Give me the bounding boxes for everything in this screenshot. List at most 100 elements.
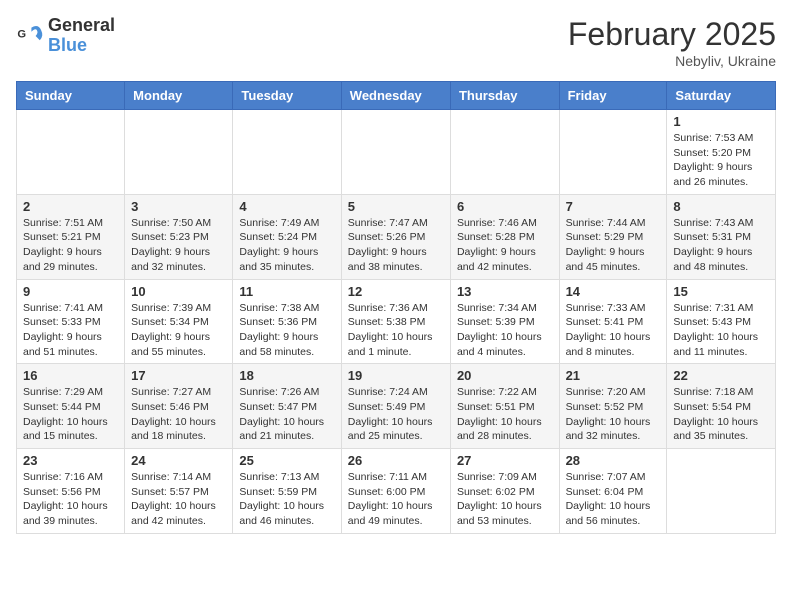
day-cell: 5 Sunrise: 7:47 AM Sunset: 5:26 PM Daylig… <box>341 194 450 279</box>
day-cell <box>233 110 341 195</box>
day-cell: 3 Sunrise: 7:50 AM Sunset: 5:23 PM Daylig… <box>125 194 233 279</box>
day-number: 23 <box>23 453 118 468</box>
day-cell <box>341 110 450 195</box>
calendar-table: SundayMondayTuesdayWednesdayThursdayFrid… <box>16 81 776 534</box>
day-number: 11 <box>239 284 334 299</box>
day-number: 20 <box>457 368 553 383</box>
day-number: 19 <box>348 368 444 383</box>
day-info: Sunrise: 7:43 AM Sunset: 5:31 PM Dayligh… <box>673 216 769 275</box>
day-number: 3 <box>131 199 226 214</box>
day-cell: 28 Sunrise: 7:07 AM Sunset: 6:04 PM Dayli… <box>559 449 667 534</box>
day-number: 15 <box>673 284 769 299</box>
day-cell: 20 Sunrise: 7:22 AM Sunset: 5:51 PM Dayli… <box>450 364 559 449</box>
day-cell: 16 Sunrise: 7:29 AM Sunset: 5:44 PM Dayli… <box>17 364 125 449</box>
week-row-1: 1 Sunrise: 7:53 AM Sunset: 5:20 PM Daylig… <box>17 110 776 195</box>
day-cell: 13 Sunrise: 7:34 AM Sunset: 5:39 PM Dayli… <box>450 279 559 364</box>
day-info: Sunrise: 7:13 AM Sunset: 5:59 PM Dayligh… <box>239 470 334 529</box>
day-number: 7 <box>566 199 661 214</box>
day-info: Sunrise: 7:14 AM Sunset: 5:57 PM Dayligh… <box>131 470 226 529</box>
day-cell <box>125 110 233 195</box>
day-cell <box>450 110 559 195</box>
day-number: 10 <box>131 284 226 299</box>
day-info: Sunrise: 7:50 AM Sunset: 5:23 PM Dayligh… <box>131 216 226 275</box>
day-info: Sunrise: 7:27 AM Sunset: 5:46 PM Dayligh… <box>131 385 226 444</box>
day-number: 24 <box>131 453 226 468</box>
day-cell: 19Sunrise: 7:24 AM Sunset: 5:49 PM Dayli… <box>341 364 450 449</box>
logo-text-general: General <box>48 15 115 35</box>
weekday-header-wednesday: Wednesday <box>341 82 450 110</box>
day-number: 22 <box>673 368 769 383</box>
day-cell: 27 Sunrise: 7:09 AM Sunset: 6:02 PM Dayli… <box>450 449 559 534</box>
day-info: Sunrise: 7:20 AM Sunset: 5:52 PM Dayligh… <box>566 385 661 444</box>
day-number: 8 <box>673 199 769 214</box>
day-number: 9 <box>23 284 118 299</box>
day-cell: 25Sunrise: 7:13 AM Sunset: 5:59 PM Dayli… <box>233 449 341 534</box>
day-number: 28 <box>566 453 661 468</box>
day-cell <box>559 110 667 195</box>
day-cell: 22Sunrise: 7:18 AM Sunset: 5:54 PM Dayli… <box>667 364 776 449</box>
weekday-header-friday: Friday <box>559 82 667 110</box>
day-info: Sunrise: 7:49 AM Sunset: 5:24 PM Dayligh… <box>239 216 334 275</box>
week-row-5: 23 Sunrise: 7:16 AM Sunset: 5:56 PM Dayli… <box>17 449 776 534</box>
day-cell: 4Sunrise: 7:49 AM Sunset: 5:24 PM Daylig… <box>233 194 341 279</box>
weekday-header-thursday: Thursday <box>450 82 559 110</box>
day-cell: 8 Sunrise: 7:43 AM Sunset: 5:31 PM Daylig… <box>667 194 776 279</box>
week-row-4: 16 Sunrise: 7:29 AM Sunset: 5:44 PM Dayli… <box>17 364 776 449</box>
week-row-2: 2 Sunrise: 7:51 AM Sunset: 5:21 PM Daylig… <box>17 194 776 279</box>
day-info: Sunrise: 7:36 AM Sunset: 5:38 PM Dayligh… <box>348 301 444 360</box>
day-info: Sunrise: 7:38 AM Sunset: 5:36 PM Dayligh… <box>239 301 334 360</box>
day-number: 12 <box>348 284 444 299</box>
day-number: 26 <box>348 453 444 468</box>
day-cell <box>667 449 776 534</box>
day-cell: 9 Sunrise: 7:41 AM Sunset: 5:33 PM Daylig… <box>17 279 125 364</box>
day-info: Sunrise: 7:41 AM Sunset: 5:33 PM Dayligh… <box>23 301 118 360</box>
day-info: Sunrise: 7:26 AM Sunset: 5:47 PM Dayligh… <box>239 385 334 444</box>
day-number: 17 <box>131 368 226 383</box>
day-number: 13 <box>457 284 553 299</box>
day-info: Sunrise: 7:47 AM Sunset: 5:26 PM Dayligh… <box>348 216 444 275</box>
day-info: Sunrise: 7:53 AM Sunset: 5:20 PM Dayligh… <box>673 131 769 190</box>
day-info: Sunrise: 7:33 AM Sunset: 5:41 PM Dayligh… <box>566 301 661 360</box>
day-info: Sunrise: 7:07 AM Sunset: 6:04 PM Dayligh… <box>566 470 661 529</box>
day-cell: 1 Sunrise: 7:53 AM Sunset: 5:20 PM Daylig… <box>667 110 776 195</box>
day-number: 2 <box>23 199 118 214</box>
day-info: Sunrise: 7:16 AM Sunset: 5:56 PM Dayligh… <box>23 470 118 529</box>
day-info: Sunrise: 7:39 AM Sunset: 5:34 PM Dayligh… <box>131 301 226 360</box>
day-cell: 11 Sunrise: 7:38 AM Sunset: 5:36 PM Dayli… <box>233 279 341 364</box>
svg-text:G: G <box>17 28 26 40</box>
day-info: Sunrise: 7:29 AM Sunset: 5:44 PM Dayligh… <box>23 385 118 444</box>
weekday-header-saturday: Saturday <box>667 82 776 110</box>
day-info: Sunrise: 7:22 AM Sunset: 5:51 PM Dayligh… <box>457 385 553 444</box>
day-cell: 21Sunrise: 7:20 AM Sunset: 5:52 PM Dayli… <box>559 364 667 449</box>
day-number: 1 <box>673 114 769 129</box>
week-row-3: 9 Sunrise: 7:41 AM Sunset: 5:33 PM Daylig… <box>17 279 776 364</box>
day-number: 18 <box>239 368 334 383</box>
weekday-header-sunday: Sunday <box>17 82 125 110</box>
weekday-header-tuesday: Tuesday <box>233 82 341 110</box>
day-cell: 2 Sunrise: 7:51 AM Sunset: 5:21 PM Daylig… <box>17 194 125 279</box>
day-cell: 6Sunrise: 7:46 AM Sunset: 5:28 PM Daylig… <box>450 194 559 279</box>
day-number: 14 <box>566 284 661 299</box>
logo: G General Blue <box>16 16 115 56</box>
day-number: 16 <box>23 368 118 383</box>
day-info: Sunrise: 7:51 AM Sunset: 5:21 PM Dayligh… <box>23 216 118 275</box>
month-title: February 2025 <box>568 16 776 53</box>
title-block: February 2025 Nebyliv, Ukraine <box>568 16 776 69</box>
day-cell: 24 Sunrise: 7:14 AM Sunset: 5:57 PM Dayli… <box>125 449 233 534</box>
logo-icon: G <box>16 22 44 50</box>
day-number: 5 <box>348 199 444 214</box>
day-info: Sunrise: 7:44 AM Sunset: 5:29 PM Dayligh… <box>566 216 661 275</box>
day-cell: 23 Sunrise: 7:16 AM Sunset: 5:56 PM Dayli… <box>17 449 125 534</box>
day-number: 6 <box>457 199 553 214</box>
day-cell <box>17 110 125 195</box>
logo-text-blue: Blue <box>48 35 87 55</box>
day-cell: 10 Sunrise: 7:39 AM Sunset: 5:34 PM Dayli… <box>125 279 233 364</box>
day-info: Sunrise: 7:09 AM Sunset: 6:02 PM Dayligh… <box>457 470 553 529</box>
day-number: 27 <box>457 453 553 468</box>
page-header: G General Blue February 2025 Nebyliv, Uk… <box>16 16 776 69</box>
weekday-header-row: SundayMondayTuesdayWednesdayThursdayFrid… <box>17 82 776 110</box>
day-info: Sunrise: 7:34 AM Sunset: 5:39 PM Dayligh… <box>457 301 553 360</box>
day-info: Sunrise: 7:11 AM Sunset: 6:00 PM Dayligh… <box>348 470 444 529</box>
location-title: Nebyliv, Ukraine <box>568 53 776 69</box>
day-cell: 14 Sunrise: 7:33 AM Sunset: 5:41 PM Dayli… <box>559 279 667 364</box>
